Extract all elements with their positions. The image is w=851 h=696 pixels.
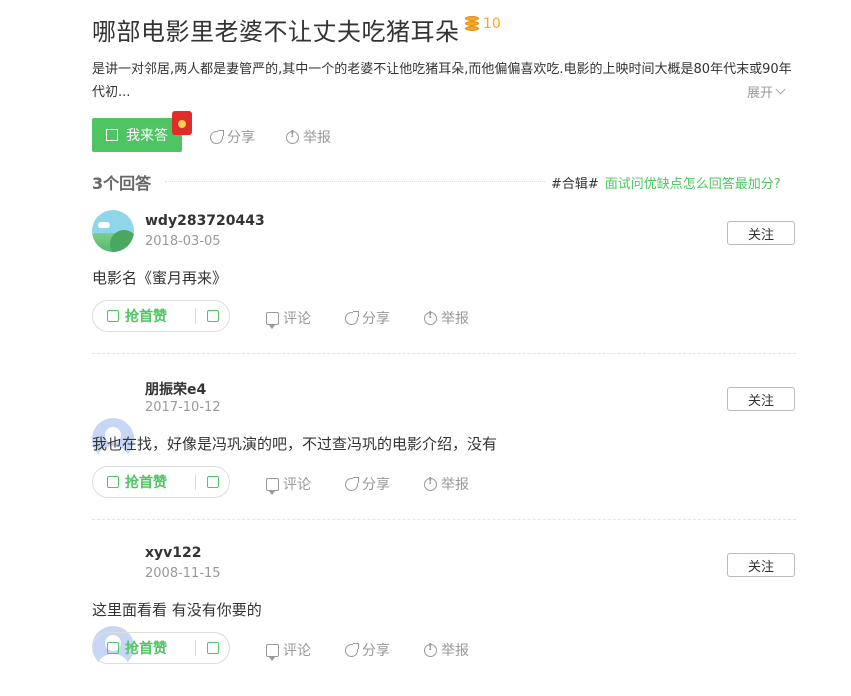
thumbs-up-icon [107, 642, 119, 654]
question-report-button[interactable]: 举报 [286, 127, 331, 147]
answer-divider [92, 519, 796, 520]
share-icon [345, 642, 359, 657]
reward-badge: 10 [465, 16, 501, 32]
vote-group: 抢首赞 [92, 300, 230, 332]
vote-group: 抢首赞 [92, 632, 230, 664]
header-divider [165, 181, 545, 182]
comment-label: 评论 [283, 311, 311, 327]
warning-icon [424, 642, 437, 657]
warning-icon [424, 476, 437, 491]
warning-icon [286, 129, 299, 144]
question-share-label: 分享 [227, 130, 255, 146]
answer-date: 2008-11-15 [145, 566, 221, 581]
question-report-label: 举报 [303, 130, 331, 146]
question-description: 是讲一对邻居,两人都是妻管严的,其中一个的老婆不让他吃猪耳朵,而他偏偏喜欢吃.电… [92, 62, 792, 100]
answer-content: 这里面看看 有没有你要的 [92, 601, 262, 619]
upvote-button[interactable]: 抢首赞 [93, 306, 195, 326]
expand-label: 展开 [747, 86, 774, 101]
comment-label: 评论 [283, 643, 311, 659]
downvote-button[interactable] [196, 310, 229, 322]
share-icon [210, 129, 224, 144]
comment-button[interactable]: 评论 [266, 640, 311, 661]
expand-link[interactable]: 展开 [747, 82, 786, 101]
answer-button[interactable]: 我来答 [92, 118, 182, 152]
report-button[interactable]: 举报 [424, 640, 469, 660]
warning-icon [424, 310, 437, 325]
comment-icon [266, 643, 279, 661]
red-envelope-icon [172, 111, 192, 135]
avatar[interactable] [92, 210, 134, 252]
share-button[interactable]: 分享 [345, 640, 390, 660]
comment-button[interactable]: 评论 [266, 308, 311, 329]
report-label: 举报 [441, 477, 469, 493]
answer-username[interactable]: xyv122 [145, 545, 202, 561]
collection-tag: #合辑# [551, 177, 599, 192]
answer-date: 2018-03-05 [145, 234, 221, 249]
upvote-button[interactable]: 抢首赞 [93, 638, 195, 658]
thumbs-down-icon [206, 476, 219, 488]
report-label: 举报 [441, 643, 469, 659]
chevron-down-icon [775, 84, 786, 95]
follow-button[interactable]: 关注 [727, 553, 795, 577]
comment-icon [266, 477, 279, 495]
reward-amount: 10 [483, 16, 501, 32]
collection-question[interactable]: 面试问优缺点怎么回答最加分? [605, 173, 781, 192]
report-button[interactable]: 举报 [424, 474, 469, 494]
upvote-label: 抢首赞 [125, 641, 167, 657]
share-label: 分享 [362, 643, 390, 659]
share-button[interactable]: 分享 [345, 308, 390, 328]
share-label: 分享 [362, 477, 390, 493]
coin-icon [465, 16, 479, 32]
report-button[interactable]: 举报 [424, 308, 469, 328]
answer-username[interactable]: wdy283720443 [145, 213, 265, 229]
comment-icon [266, 311, 279, 329]
answer-date: 2017-10-12 [145, 400, 221, 415]
answer-username[interactable]: 朋振荣e4 [145, 379, 206, 399]
share-label: 分享 [362, 311, 390, 327]
vote-group: 抢首赞 [92, 466, 230, 498]
thumbs-up-icon [107, 310, 119, 322]
share-icon [345, 310, 359, 325]
answer-content: 电影名《蜜月再来》 [92, 269, 228, 287]
follow-button[interactable]: 关注 [727, 387, 795, 411]
share-icon [345, 476, 359, 491]
downvote-button[interactable] [196, 642, 229, 654]
report-label: 举报 [441, 311, 469, 327]
question-share-button[interactable]: 分享 [210, 127, 255, 147]
answer-divider [92, 353, 796, 354]
upvote-label: 抢首赞 [125, 309, 167, 325]
answer-button-label: 我来答 [126, 128, 168, 144]
comment-button[interactable]: 评论 [266, 474, 311, 495]
thumbs-down-icon [206, 642, 219, 654]
edit-icon [106, 129, 118, 141]
thumbs-up-icon [107, 476, 119, 488]
share-button[interactable]: 分享 [345, 474, 390, 494]
answer-content: 我也在找，好像是冯巩演的吧，不过查冯巩的电影介绍，没有 [92, 435, 498, 453]
comment-label: 评论 [283, 477, 311, 493]
collection-link[interactable]: #合辑# 面试问优缺点怎么回答最加分? [551, 173, 781, 192]
question-title: 哪部电影里老婆不让丈夫吃猪耳朵 [92, 18, 460, 46]
thumbs-down-icon [206, 310, 219, 322]
upvote-label: 抢首赞 [125, 475, 167, 491]
downvote-button[interactable] [196, 476, 229, 488]
follow-button[interactable]: 关注 [727, 221, 795, 245]
upvote-button[interactable]: 抢首赞 [93, 472, 195, 492]
answer-count: 3个回答 [92, 174, 152, 193]
